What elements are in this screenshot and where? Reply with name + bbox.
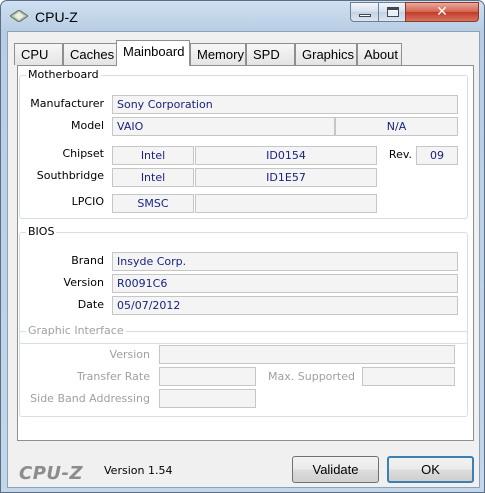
- model-label: Model: [70, 119, 104, 132]
- southbridge-vendor-field: Intel: [112, 168, 194, 187]
- close-button[interactable]: ✕: [405, 2, 479, 22]
- chipset-vendor-field: Intel: [112, 146, 194, 165]
- tab-graphics[interactable]: Graphics: [295, 43, 357, 65]
- bios-brand-label: Brand: [71, 254, 104, 267]
- tab-memory[interactable]: Memory: [190, 43, 246, 65]
- title-bar[interactable]: CPU-Z ✕: [1, 1, 484, 31]
- gi-version-label: Version: [109, 348, 150, 361]
- motherboard-group: Motherboard Manufacturer Sony Corporatio…: [19, 68, 468, 219]
- tab-mainboard[interactable]: Mainboard: [116, 40, 190, 66]
- lpcio-model-field: [195, 194, 377, 213]
- gi-transfer-rate-label: Transfer Rate: [77, 370, 150, 383]
- client-area: CPU Caches Mainboard Memory SPD Graphics…: [7, 31, 480, 488]
- motherboard-group-title: Motherboard: [26, 68, 101, 81]
- rev-label: Rev.: [388, 148, 412, 161]
- maximize-button[interactable]: [378, 2, 406, 22]
- lpcio-vendor-field: SMSC: [112, 194, 194, 213]
- mainboard-panel: Motherboard Manufacturer Sony Corporatio…: [17, 65, 474, 441]
- tab-about[interactable]: About: [357, 43, 402, 65]
- model-field: VAIO: [112, 117, 335, 136]
- gi-max-supported-label: Max. Supported: [268, 370, 355, 383]
- bios-brand-field: Insyde Corp.: [112, 252, 458, 271]
- manufacturer-field: Sony Corporation: [112, 95, 458, 114]
- manufacturer-label: Manufacturer: [30, 97, 104, 110]
- window-title: CPU-Z: [35, 9, 78, 25]
- bios-group-title: BIOS: [26, 225, 57, 238]
- chipset-label: Chipset: [62, 147, 104, 160]
- graphic-interface-group: Graphic Interface Version Transfer Rate …: [19, 324, 468, 417]
- rev-field: 09: [416, 146, 458, 165]
- cpu-z-app-icon: [10, 10, 28, 22]
- validate-button[interactable]: Validate: [292, 456, 379, 483]
- southbridge-model-field: ID1E57: [195, 168, 377, 187]
- bios-version-field: R0091C6: [112, 274, 458, 293]
- cpu-z-logo: CPU-Z: [19, 463, 84, 484]
- gi-version-field: [159, 345, 455, 364]
- bios-date-label: Date: [77, 298, 104, 311]
- lpcio-label: LPCIO: [71, 195, 104, 208]
- ok-button[interactable]: OK: [387, 456, 474, 483]
- gi-transfer-rate-field: [159, 367, 256, 386]
- minimize-icon: [359, 14, 371, 17]
- maximize-icon: [387, 7, 399, 17]
- cpu-z-window: CPU-Z ✕ CPU Caches Mainboard Memory SPD …: [0, 0, 485, 493]
- close-icon: ✕: [436, 4, 448, 20]
- minimize-button[interactable]: [350, 2, 379, 22]
- southbridge-label: Southbridge: [36, 169, 104, 182]
- model-revision-field: N/A: [335, 117, 458, 136]
- gi-side-band-label: Side Band Addressing: [30, 392, 150, 405]
- bios-version-label: Version: [63, 276, 104, 289]
- chipset-model-field: ID0154: [195, 146, 377, 165]
- graphic-interface-group-title: Graphic Interface: [26, 324, 126, 337]
- version-text: Version 1.54: [104, 464, 173, 477]
- bios-date-field: 05/07/2012: [112, 296, 458, 315]
- gi-max-supported-field: [362, 367, 455, 386]
- gi-side-band-field: [159, 389, 256, 408]
- tab-spd[interactable]: SPD: [246, 43, 295, 65]
- tab-cpu[interactable]: CPU: [14, 43, 63, 65]
- tab-caches[interactable]: Caches: [63, 43, 118, 65]
